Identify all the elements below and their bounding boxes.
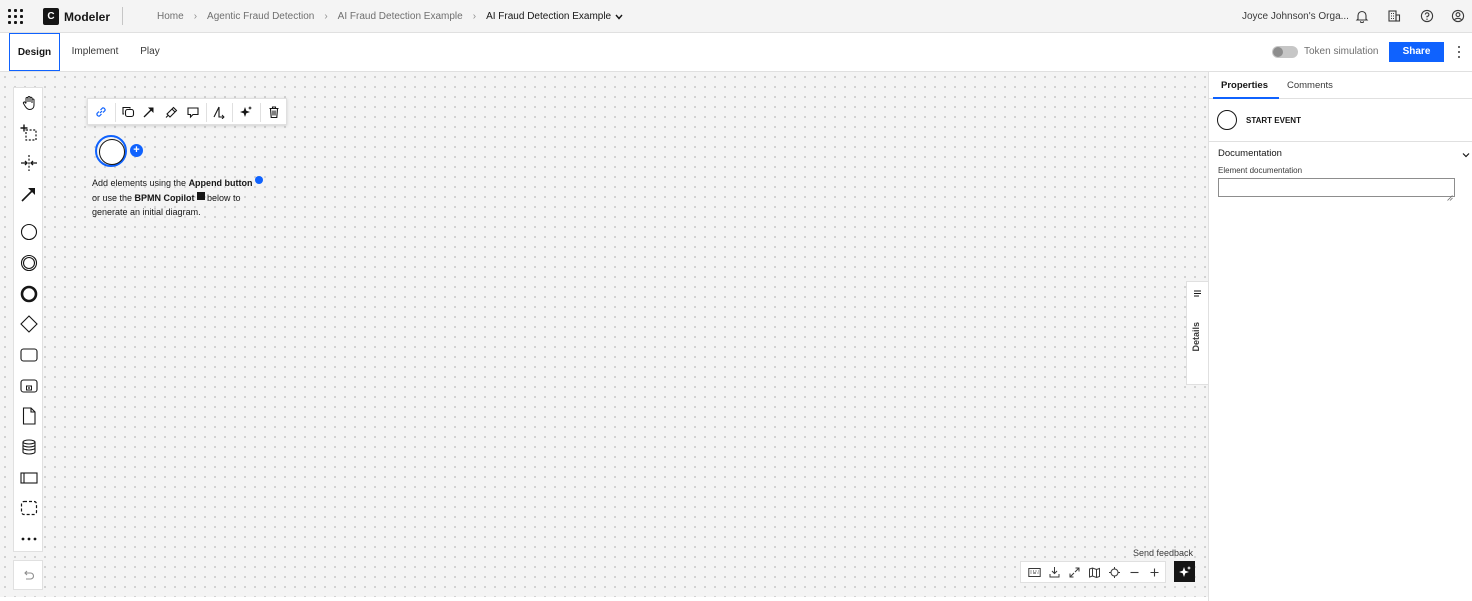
connect-icon[interactable] bbox=[139, 102, 159, 122]
breadcrumb-folder[interactable]: AI Fraud Detection Example bbox=[338, 11, 463, 22]
hint-text: below to bbox=[204, 192, 241, 203]
copilot-icon[interactable] bbox=[236, 102, 256, 122]
tool-palette bbox=[13, 87, 43, 552]
data-object-icon[interactable] bbox=[14, 403, 44, 429]
tab-implement[interactable]: Implement bbox=[63, 33, 127, 71]
undo-icon[interactable] bbox=[13, 560, 43, 590]
context-pad-divider bbox=[232, 103, 233, 122]
recenter-icon[interactable] bbox=[1106, 564, 1123, 581]
breadcrumb-current-file[interactable]: AI Fraud Detection Example bbox=[486, 11, 611, 22]
list-icon bbox=[1193, 286, 1202, 301]
context-pad bbox=[87, 98, 287, 125]
hint-append-label: Append button bbox=[188, 178, 253, 188]
breadcrumb-home[interactable]: Home bbox=[157, 11, 184, 22]
overflow-menu-icon[interactable] bbox=[1455, 45, 1463, 59]
append-dot-icon bbox=[254, 176, 263, 184]
camunda-logo: C bbox=[43, 8, 59, 25]
hint-text: generate an initial diagram. bbox=[92, 207, 201, 217]
pool-icon[interactable] bbox=[14, 465, 44, 491]
append-plus-icon[interactable]: + bbox=[130, 144, 143, 157]
help-icon[interactable] bbox=[1420, 9, 1434, 23]
documentation-section-title[interactable]: Documentation bbox=[1218, 148, 1282, 159]
hand-tool-icon[interactable] bbox=[14, 90, 44, 116]
gateway-icon[interactable] bbox=[14, 311, 44, 337]
details-panel-toggle[interactable]: Details bbox=[1186, 281, 1208, 385]
keyboard-icon[interactable] bbox=[1026, 564, 1043, 581]
group-icon[interactable] bbox=[14, 495, 44, 521]
context-pad-divider bbox=[206, 103, 207, 122]
comment-icon[interactable] bbox=[183, 102, 203, 122]
start-event-icon[interactable] bbox=[14, 219, 44, 245]
data-store-icon[interactable] bbox=[14, 434, 44, 460]
zoom-in-icon[interactable] bbox=[1146, 564, 1163, 581]
delete-icon[interactable] bbox=[264, 102, 284, 122]
bpmn-canvas[interactable] bbox=[0, 72, 1208, 597]
intermediate-event-icon[interactable] bbox=[14, 250, 44, 276]
share-button[interactable]: Share bbox=[1389, 42, 1444, 62]
token-simulation-toggle[interactable] bbox=[1272, 46, 1298, 58]
top-header: C Modeler Home › Agentic Fraud Detection… bbox=[0, 0, 1472, 33]
mode-tab-bar: Design Implement Play bbox=[0, 33, 1472, 72]
element-documentation-label: Element documentation bbox=[1218, 166, 1303, 175]
fullscreen-icon[interactable] bbox=[1066, 564, 1083, 581]
hint-copilot-label: BPMN Copilot bbox=[134, 192, 195, 203]
zoom-out-icon[interactable] bbox=[1126, 564, 1143, 581]
download-icon[interactable] bbox=[1046, 564, 1063, 581]
tab-properties[interactable]: Properties bbox=[1221, 72, 1268, 99]
copy-icon[interactable] bbox=[118, 102, 138, 122]
start-event-type-icon bbox=[1217, 110, 1237, 130]
task-icon[interactable] bbox=[14, 342, 44, 368]
active-tab-indicator bbox=[1213, 97, 1279, 99]
canvas-controls bbox=[1020, 561, 1166, 583]
token-simulation-label: Token simulation bbox=[1304, 46, 1379, 57]
organization-building-icon[interactable] bbox=[1387, 9, 1401, 23]
tab-design[interactable]: Design bbox=[9, 33, 60, 71]
breadcrumb: Home › Agentic Fraud Detection › AI Frau… bbox=[157, 11, 623, 22]
resize-handle-icon[interactable] bbox=[1447, 189, 1453, 201]
tab-comments[interactable]: Comments bbox=[1287, 72, 1333, 99]
element-type-label: START EVENT bbox=[1246, 116, 1301, 125]
app-name[interactable]: Modeler bbox=[64, 10, 110, 24]
space-tool-icon[interactable] bbox=[14, 150, 44, 176]
hint-text: Add elements using the bbox=[92, 178, 189, 188]
properties-panel: Properties Comments START EVENT Document… bbox=[1208, 72, 1472, 601]
app-switcher-icon[interactable] bbox=[6, 7, 24, 25]
notification-bell-icon[interactable] bbox=[1355, 9, 1369, 24]
format-icon[interactable] bbox=[161, 102, 181, 122]
breadcrumb-separator-icon: › bbox=[324, 11, 328, 22]
header-divider bbox=[122, 7, 123, 25]
send-feedback-link[interactable]: Send feedback bbox=[1133, 548, 1193, 558]
breadcrumb-separator-icon: › bbox=[472, 11, 477, 22]
change-type-icon[interactable] bbox=[209, 102, 229, 122]
global-connect-icon[interactable] bbox=[14, 181, 44, 207]
link-icon[interactable] bbox=[91, 102, 111, 122]
start-event-shape[interactable] bbox=[95, 135, 127, 167]
copilot-sparkle-icon bbox=[1178, 565, 1191, 577]
tab-play[interactable]: Play bbox=[131, 33, 169, 71]
chevron-down-icon[interactable] bbox=[615, 12, 623, 22]
element-documentation-field[interactable] bbox=[1218, 178, 1455, 197]
breadcrumb-separator-icon: › bbox=[193, 11, 198, 22]
end-event-icon[interactable] bbox=[14, 281, 44, 307]
bpmn-copilot-button[interactable] bbox=[1174, 561, 1195, 582]
context-pad-divider bbox=[260, 103, 261, 122]
lasso-tool-icon[interactable] bbox=[14, 120, 44, 146]
context-pad-divider bbox=[115, 103, 116, 122]
breadcrumb-project[interactable]: Agentic Fraud Detection bbox=[207, 11, 314, 22]
copilot-square-icon bbox=[196, 191, 205, 200]
user-avatar-icon[interactable] bbox=[1451, 9, 1465, 23]
section-divider bbox=[1209, 141, 1472, 142]
organization-switcher[interactable]: Joyce Johnson's Orga... bbox=[1242, 11, 1349, 22]
details-label: Details bbox=[1191, 322, 1201, 352]
hint-text: or use the bbox=[92, 192, 135, 203]
empty-canvas-hint: Add elements using the Append button or … bbox=[92, 176, 292, 220]
more-icon[interactable] bbox=[14, 526, 44, 552]
chevron-down-icon[interactable] bbox=[1461, 148, 1471, 158]
minimap-icon[interactable] bbox=[1086, 564, 1103, 581]
subprocess-icon[interactable] bbox=[14, 373, 44, 399]
